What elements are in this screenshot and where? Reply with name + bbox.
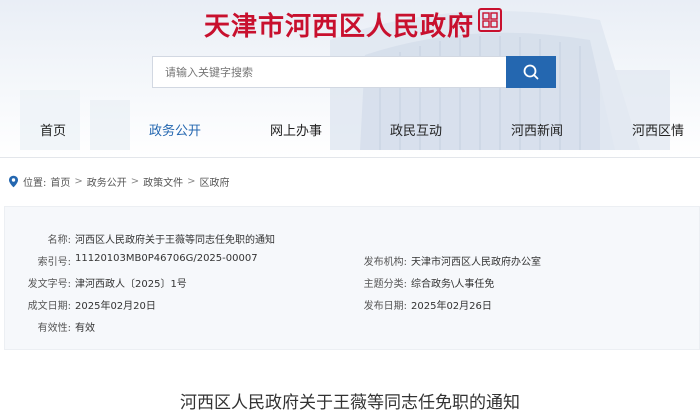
breadcrumb: 位置: 首页 > 政务公开 > 政策文件 > 区政府 <box>8 174 230 189</box>
article-title: 河西区人民政府关于王薇等同志任免职的通知 <box>180 393 520 413</box>
name-label: 名称: <box>47 235 71 246</box>
breadcrumb-home[interactable]: 首页 <box>50 174 70 189</box>
nav-item-home[interactable]: 首页 <box>40 120 66 139</box>
topic-value: 综合政务\人事任免 <box>411 279 495 290</box>
validity-label: 有效性: <box>37 323 71 334</box>
header-banner: 天津市河西区人民政府 首页 政务公开 网上办事 政民互动 河西新闻 河西区情 <box>0 0 700 158</box>
published-date-label: 发布日期: <box>363 301 407 312</box>
nav-divider <box>0 157 700 158</box>
nav-item-news[interactable]: 河西新闻 <box>511 120 563 139</box>
doc-number-label: 发文字号: <box>27 279 71 290</box>
nav-item-interaction[interactable]: 政民互动 <box>390 120 442 139</box>
site-title: 天津市河西区人民政府 <box>204 12 475 42</box>
doc-number-value: 津河西政人〔2025〕1号 <box>75 279 187 290</box>
name-value: 河西区人民政府关于王薇等同志任免职的通知 <box>75 235 275 246</box>
published-date-value: 2025年02月26日 <box>411 301 492 312</box>
location-pin-icon <box>9 175 18 188</box>
breadcrumb-separator: > <box>130 176 140 187</box>
search-icon <box>523 64 539 80</box>
breadcrumb-policy-docs[interactable]: 政策文件 <box>143 174 183 189</box>
created-date-label: 成文日期: <box>27 301 71 312</box>
search-button[interactable] <box>506 56 556 88</box>
document-info-panel: 名称: 河西区人民政府关于王薇等同志任免职的通知 索引号: 11120103MB… <box>4 206 700 350</box>
index-value: 11120103MB0P46706G/2025-00007 <box>75 253 258 264</box>
main-nav: 首页 政务公开 网上办事 政民互动 河西新闻 河西区情 <box>0 120 700 150</box>
breadcrumb-separator: > <box>187 176 196 187</box>
topic-label: 主题分类: <box>363 279 407 290</box>
index-label: 索引号: <box>37 257 71 268</box>
seal-logo <box>478 8 502 32</box>
search-input[interactable] <box>152 56 506 88</box>
nav-item-gov-affairs[interactable]: 政务公开 <box>149 120 201 139</box>
validity-value: 有效 <box>75 323 95 334</box>
publisher-value: 天津市河西区人民政府办公室 <box>411 257 541 268</box>
breadcrumb-gov-affairs[interactable]: 政务公开 <box>87 174 127 189</box>
breadcrumb-separator: > <box>74 176 83 187</box>
publisher-label: 发布机构: <box>363 257 407 268</box>
nav-item-online-services[interactable]: 网上办事 <box>270 120 322 139</box>
breadcrumb-prefix: 位置: <box>23 178 47 189</box>
nav-item-district-info[interactable]: 河西区情 <box>632 120 684 139</box>
created-date-value: 2025年02月20日 <box>75 301 156 312</box>
breadcrumb-district-gov[interactable]: 区政府 <box>200 174 230 189</box>
